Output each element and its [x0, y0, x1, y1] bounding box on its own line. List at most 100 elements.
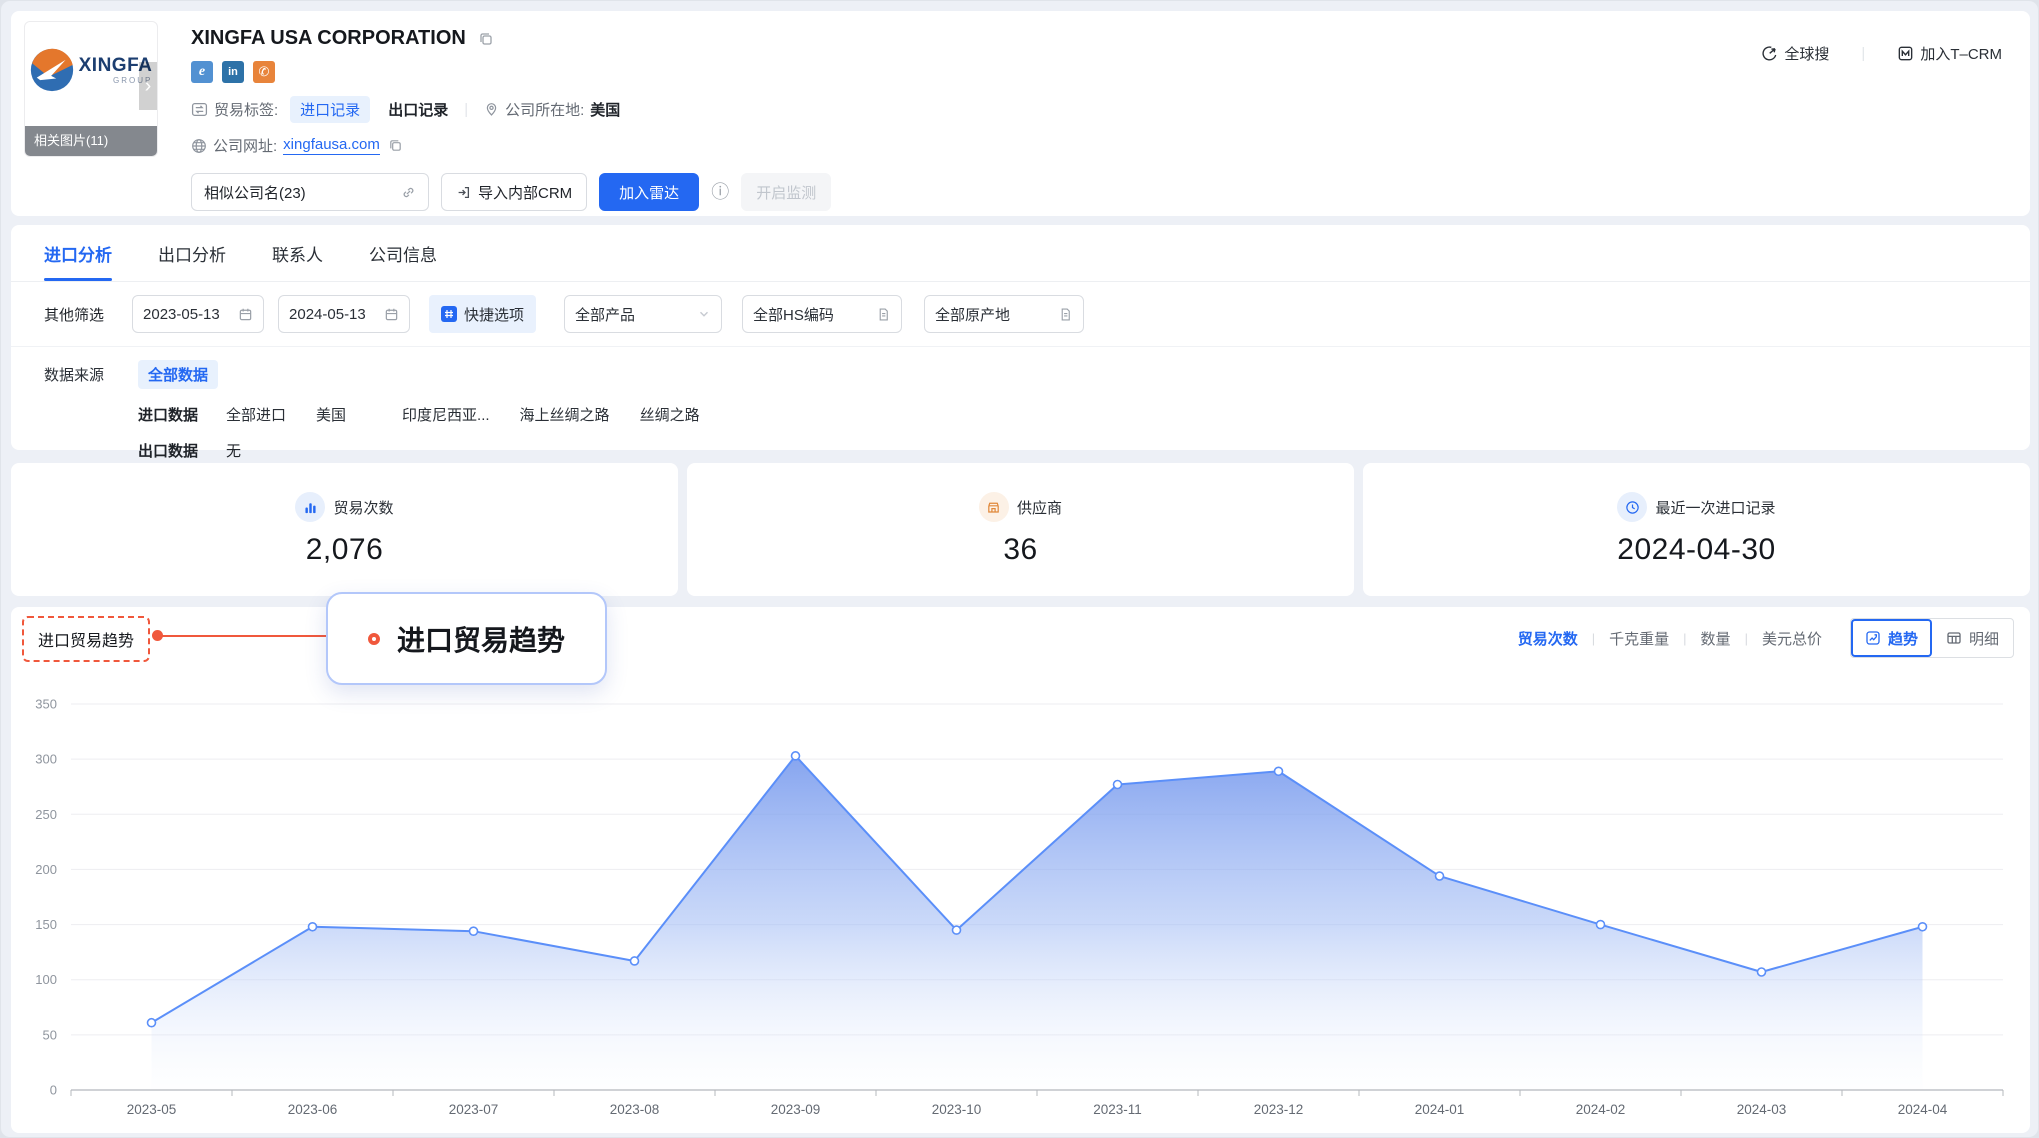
stat-card-latest-import: 最近一次进口记录 2024-04-30 — [1363, 463, 2030, 596]
table-icon — [1946, 630, 1962, 646]
other-filters-label: 其他筛选 — [44, 304, 104, 325]
svg-text:2023-11: 2023-11 — [1093, 1102, 1142, 1117]
view-detail-button[interactable]: 明细 — [1932, 619, 2013, 657]
quick-options-button[interactable]: 快捷选项 — [429, 295, 536, 333]
tab-import-analysis[interactable]: 进口分析 — [44, 225, 112, 281]
trade-trend-chart[interactable]: 0 50 100 150 200 250 300 350 2023-05 2023-06 2023-… — [25, 679, 2015, 1129]
import-source-item[interactable]: 海上丝绸之路 — [520, 404, 610, 425]
shop-icon — [979, 492, 1009, 522]
callout-target-icon — [368, 633, 380, 645]
document-icon — [1058, 307, 1073, 322]
stat-label: 最近一次进口记录 — [1655, 497, 1775, 518]
similar-companies-select[interactable]: 相似公司名(23) — [191, 173, 429, 211]
copy-icon[interactable] — [478, 31, 494, 47]
tcrm-icon — [1897, 45, 1914, 62]
metric-trade-count[interactable]: 贸易次数 — [1518, 628, 1578, 649]
tab-export-analysis[interactable]: 出口分析 — [158, 225, 226, 281]
import-source-item[interactable]: 印度尼西亚... — [402, 404, 490, 425]
info-icon[interactable]: ⓘ — [711, 183, 729, 201]
copy-icon[interactable] — [388, 138, 403, 153]
callout-text: 进口贸易趋势 — [397, 619, 565, 659]
svg-text:2024-03: 2024-03 — [1737, 1102, 1787, 1117]
add-radar-button[interactable]: 加入雷达 — [599, 173, 699, 211]
svg-text:2023-05: 2023-05 — [127, 1102, 177, 1117]
svg-text:200: 200 — [35, 862, 57, 877]
import-source-item[interactable]: 丝绸之路 — [640, 404, 700, 425]
global-search-button[interactable]: 全球搜 — [1761, 43, 1829, 64]
quick-options-icon — [441, 306, 457, 322]
tab-bar: 进口分析 出口分析 联系人 公司信息 — [11, 225, 2030, 282]
tag-export-records[interactable]: 出口记录 — [388, 99, 448, 120]
stat-label: 贸易次数 — [333, 497, 393, 518]
chevron-down-icon — [697, 307, 711, 321]
import-source-item[interactable]: 美国 — [316, 404, 346, 425]
svg-text:300: 300 — [35, 752, 57, 767]
date-end-input[interactable]: 2024-05-13 — [278, 295, 410, 333]
trend-icon — [1865, 630, 1881, 646]
logo-mark-icon — [30, 48, 74, 92]
svg-text:2023-07: 2023-07 — [449, 1102, 499, 1117]
website-link[interactable]: xingfausa.com — [283, 136, 380, 155]
import-trend-title: 进口贸易趋势 — [22, 616, 150, 662]
trade-tag-label: 贸易标签: — [214, 99, 278, 120]
import-crm-button[interactable]: 导入内部CRM — [441, 173, 587, 211]
company-logo: XINGFA GROUP — [25, 48, 157, 92]
location-label: 公司所在地: — [505, 99, 584, 120]
globe-icon — [191, 138, 207, 154]
svg-text:2024-04: 2024-04 — [1898, 1102, 1948, 1117]
svg-text:50: 50 — [43, 1027, 57, 1042]
view-trend-button[interactable]: 趋势 — [1851, 619, 1932, 657]
metric-kg-weight[interactable]: 千克重量 — [1609, 628, 1669, 649]
tab-company-info[interactable]: 公司信息 — [369, 225, 437, 281]
document-icon — [876, 307, 891, 322]
carousel-next-button[interactable]: › — [139, 62, 157, 110]
svg-text:100: 100 — [35, 972, 57, 987]
start-monitor-button[interactable]: 开启监测 — [741, 173, 831, 211]
stat-value: 36 — [1003, 533, 1037, 567]
location-value: 美国 — [590, 99, 620, 120]
phone-icon[interactable]: ✆ — [253, 61, 275, 83]
date-start-input[interactable]: 2023-05-13 — [132, 295, 264, 333]
company-logo-card[interactable]: XINGFA GROUP 相关图片(11) › — [24, 21, 158, 157]
analysis-card: 进口分析 出口分析 联系人 公司信息 其他筛选 2023-05-13 2024-… — [11, 225, 2030, 450]
calendar-icon — [384, 307, 399, 322]
global-search-icon — [1761, 45, 1778, 62]
import-icon — [456, 185, 471, 200]
svg-text:350: 350 — [35, 697, 57, 712]
join-tcrm-button[interactable]: 加入T–CRM — [1897, 43, 2002, 64]
svg-text:2024-02: 2024-02 — [1576, 1102, 1626, 1117]
svg-text:150: 150 — [35, 917, 57, 932]
metric-usd-total[interactable]: 美元总价 — [1762, 628, 1822, 649]
export-data-label: 出口数据 — [138, 440, 226, 461]
link-icon — [401, 185, 416, 200]
import-data-label: 进口数据 — [138, 404, 226, 425]
svg-text:250: 250 — [35, 807, 57, 822]
tag-import-records[interactable]: 进口记录 — [290, 96, 370, 123]
page: XINGFA GROUP 相关图片(11) › XINGFA USA CORPO… — [0, 0, 2039, 1138]
hs-code-select[interactable]: 全部HS编码 — [742, 295, 902, 333]
related-images-label[interactable]: 相关图片(11) — [25, 126, 157, 156]
tab-contacts[interactable]: 联系人 — [272, 225, 323, 281]
metric-quantity[interactable]: 数量 — [1701, 628, 1731, 649]
callout-tooltip: 进口贸易趋势 — [326, 592, 607, 685]
trade-tag-icon — [191, 101, 208, 118]
all-data-chip[interactable]: 全部数据 — [138, 360, 218, 389]
website-e-icon[interactable]: e — [191, 61, 213, 83]
data-source-label: 数据来源 — [44, 364, 138, 385]
svg-text:2024-01: 2024-01 — [1415, 1102, 1465, 1117]
product-select[interactable]: 全部产品 — [564, 295, 722, 333]
import-source-item[interactable]: 全部进口 — [226, 404, 286, 425]
company-header-card: XINGFA GROUP 相关图片(11) › XINGFA USA CORPO… — [11, 11, 2030, 216]
export-data-value: 无 — [226, 440, 241, 461]
stat-label: 供应商 — [1017, 497, 1062, 518]
origin-select[interactable]: 全部原产地 — [924, 295, 1084, 333]
website-label: 公司网址: — [213, 135, 277, 156]
linkedin-icon[interactable]: in — [222, 61, 244, 83]
location-pin-icon — [484, 102, 499, 117]
stat-card-suppliers: 供应商 36 — [687, 463, 1354, 596]
svg-text:2023-09: 2023-09 — [771, 1102, 821, 1117]
svg-text:2023-06: 2023-06 — [288, 1102, 338, 1117]
svg-text:0: 0 — [50, 1083, 57, 1098]
company-name: XINGFA USA CORPORATION — [191, 27, 466, 50]
calendar-icon — [238, 307, 253, 322]
